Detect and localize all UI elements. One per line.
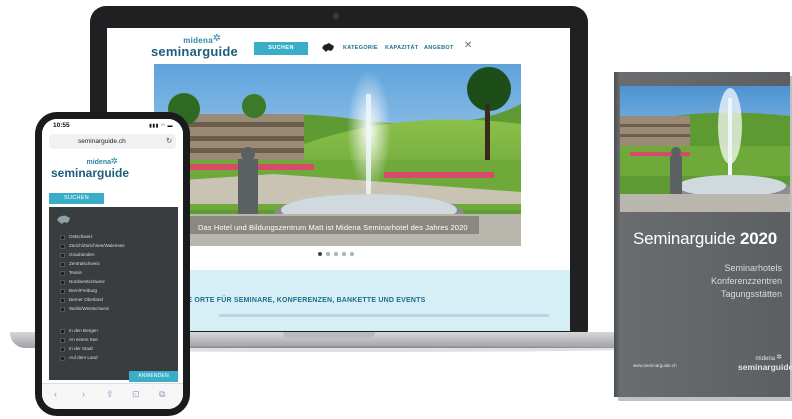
region-label: Nordwestschweiz <box>69 279 105 284</box>
hero-image: Das Hotel und Bildungszentrum Matt ist M… <box>154 64 521 246</box>
location-label: Auf dem Land <box>69 355 98 360</box>
region-checkbox[interactable] <box>60 253 65 258</box>
phone-logo-brand-main: seminarguide <box>51 166 130 180</box>
phone-url[interactable]: seminarguide.ch <box>78 138 126 145</box>
region-label: Zürich/Zürichsee/Walensee <box>69 243 125 248</box>
close-icon[interactable]: ✕ <box>464 41 473 55</box>
nav-kapazitaet[interactable]: KAPAZITÄT <box>385 45 418 51</box>
carousel-dot-3[interactable] <box>334 252 338 256</box>
phone-time: 10:55 <box>53 122 70 129</box>
region-label: Wallis/Westschweiz <box>69 306 110 311</box>
book-title-word: Seminarguide <box>633 229 736 248</box>
phone-site-logo[interactable]: midena ✲ seminarguide <box>51 156 129 181</box>
product-mockup: midena ✲ seminarguide SUCHEN KATEGORIE K… <box>0 0 792 419</box>
back-icon[interactable]: ‹ <box>54 389 57 399</box>
logo-brand-main: seminarguide <box>151 44 238 59</box>
location-checkbox[interactable] <box>60 329 65 334</box>
bookmarks-icon[interactable]: ⊡ <box>132 389 140 400</box>
intro-heading: ENDE ORTE FÜR SEMINARE, KONFERENZEN, BAN… <box>172 297 426 304</box>
carousel-dot-4[interactable] <box>342 252 346 256</box>
phone-logo-brand-small: midena <box>86 159 111 166</box>
location-label: In der Stadt <box>69 346 93 351</box>
location-checkbox[interactable] <box>60 356 65 361</box>
location-checkbox[interactable] <box>60 347 65 352</box>
region-label: Bern/Freiburg <box>69 288 98 293</box>
apply-button[interactable]: ANWENDEN <box>129 371 178 382</box>
search-button[interactable]: SUCHEN <box>254 42 308 55</box>
book-logo-brand-main: seminarguide <box>738 362 792 372</box>
intro-text-line <box>219 314 549 317</box>
hero-photo <box>154 64 521 246</box>
laptop-camera <box>333 13 339 19</box>
phone-signal-icon: ▮▮▮ ◠ ▬ <box>149 123 173 129</box>
location-checkbox[interactable] <box>60 338 65 343</box>
book-url: www.seminarguide.ch <box>633 363 677 368</box>
region-label: Graubünden <box>69 252 95 257</box>
switzerland-map-icon[interactable] <box>321 42 335 53</box>
region-checkbox[interactable] <box>60 280 65 285</box>
site-logo[interactable]: midena ✲ seminarguide <box>151 33 238 61</box>
book-logo-star-icon: ✲ <box>776 354 782 361</box>
region-label: Ostschweiz <box>69 234 93 239</box>
region-label: Zentralschweiz <box>69 261 100 266</box>
region-checkbox[interactable] <box>60 271 65 276</box>
nav-kategorie[interactable]: KATEGORIE <box>343 45 378 51</box>
location-label: An einem See <box>69 337 98 342</box>
region-label: Tessin <box>69 270 83 275</box>
phone-screen: 10:55 ▮▮▮ ◠ ▬ seminarguide.ch ↻ midena ✲… <box>42 119 183 409</box>
book-photo <box>620 86 790 212</box>
region-checkbox[interactable] <box>60 235 65 240</box>
book-subtitle-2: Konferenzzentren <box>710 276 782 286</box>
nav-angebot[interactable]: ANGEBOT <box>424 45 454 51</box>
region-checkbox[interactable] <box>60 307 65 312</box>
region-checkbox[interactable] <box>60 298 65 303</box>
region-label: Berner Oberland <box>69 297 103 302</box>
site-header: midena ✲ seminarguide SUCHEN KATEGORIE K… <box>107 28 570 66</box>
forward-icon[interactable]: › <box>82 389 85 399</box>
region-checkbox[interactable] <box>60 262 65 267</box>
share-icon[interactable]: ⇪ <box>106 389 114 400</box>
region-checkbox[interactable] <box>60 244 65 249</box>
book-title-year: 2020 <box>740 229 778 248</box>
phone-switzerland-map-icon <box>57 215 70 224</box>
carousel-dot-2[interactable] <box>326 252 330 256</box>
book-subtitle-3: Tagungsstätten <box>720 289 782 299</box>
laptop-notch <box>283 332 375 338</box>
book-title: Seminarguide 2020 <box>633 229 777 249</box>
phone-search-button[interactable]: SUCHEN <box>49 193 104 204</box>
reload-icon[interactable]: ↻ <box>166 136 172 145</box>
region-checkbox[interactable] <box>60 289 65 294</box>
logo-star-icon: ✲ <box>212 33 221 44</box>
book-logo: midena ✲ seminarguide <box>738 354 792 373</box>
book-subtitle-1: Seminarhotels <box>724 263 782 273</box>
hero-caption: Das Hotel und Bildungszentrum Matt ist M… <box>198 223 468 232</box>
carousel-dot-1[interactable] <box>318 252 322 256</box>
tabs-icon[interactable]: ⧉ <box>159 389 165 400</box>
location-label: In den Bergen <box>69 328 98 333</box>
carousel-dot-5[interactable] <box>350 252 354 256</box>
